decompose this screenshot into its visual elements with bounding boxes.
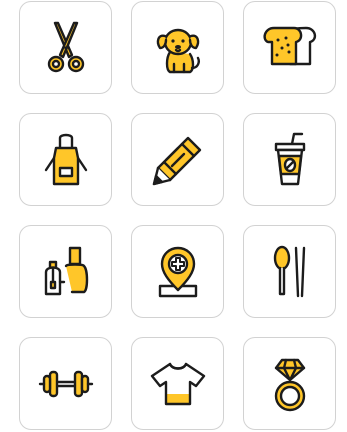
nail-polish-icon: [44, 246, 88, 295]
tile-bread[interactable]: [243, 1, 336, 94]
tile-nail-polish[interactable]: [19, 225, 112, 318]
tile-pencil[interactable]: [131, 113, 224, 206]
tile-diamond-ring[interactable]: [243, 337, 336, 430]
tile-coffee[interactable]: [243, 113, 336, 206]
tile-medical-pin[interactable]: [131, 225, 224, 318]
t-shirt-icon: [150, 362, 205, 405]
dog-icon: [156, 28, 200, 73]
spoon-chopsticks-icon: [273, 245, 305, 297]
tile-dumbbell[interactable]: [19, 337, 112, 430]
tile-apron[interactable]: [19, 113, 112, 206]
diamond-ring-icon: [274, 358, 305, 411]
tile-scissors[interactable]: [19, 1, 112, 94]
coffee-cup-icon: [274, 132, 305, 185]
icon-grid: [0, 0, 347, 432]
scissors-icon: [47, 21, 84, 72]
apron-icon: [44, 133, 87, 185]
tile-t-shirt[interactable]: [131, 337, 224, 430]
tile-dog[interactable]: [131, 1, 224, 94]
dumbbell-icon: [38, 370, 93, 397]
tile-spoon-chopsticks[interactable]: [243, 225, 336, 318]
bread-icon: [262, 26, 316, 65]
medical-location-pin-icon: [158, 246, 197, 297]
pencil-icon: [152, 136, 201, 185]
